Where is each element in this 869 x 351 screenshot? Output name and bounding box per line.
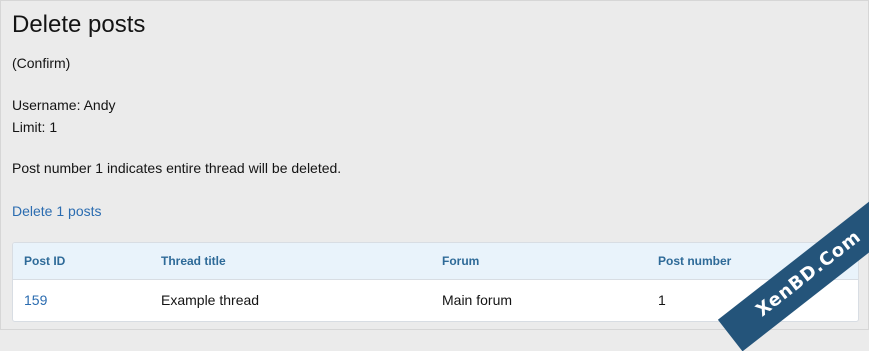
post-number-cell: 1: [658, 292, 666, 308]
delete-posts-link[interactable]: Delete 1 posts: [12, 203, 102, 219]
column-header-thread-title: Thread title: [161, 254, 226, 268]
column-header-post-number: Post number: [658, 254, 732, 268]
confirm-text: (Confirm): [12, 55, 71, 71]
page-title: Delete posts: [12, 11, 146, 38]
username-line: Username: Andy: [12, 97, 116, 113]
content-panel: Delete posts (Confirm) Username: Andy Li…: [0, 0, 869, 330]
column-header-post-id: Post ID: [24, 254, 66, 268]
thread-title-cell: Example thread: [161, 292, 260, 308]
forum-cell: Main forum: [442, 292, 513, 308]
post-id-link[interactable]: 159: [24, 292, 47, 308]
column-header-forum: Forum: [442, 254, 480, 268]
table-header: Post ID Thread title Forum Post number: [13, 243, 858, 280]
delete-note: Post number 1 indicates entire thread wi…: [12, 160, 342, 176]
limit-line: Limit: 1: [12, 119, 58, 135]
